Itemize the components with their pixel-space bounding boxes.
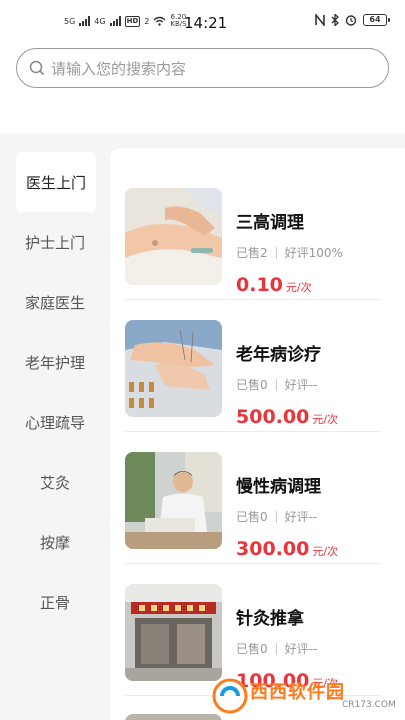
search-input[interactable]: 请输入您的搜索内容 — [16, 48, 389, 88]
sidebar-item-counseling[interactable]: 心理疏导 — [0, 392, 110, 452]
price-row: 300.00 元/次 — [236, 538, 338, 560]
signal-5g-label: 5G — [64, 16, 76, 26]
service-title: 针灸推拿 — [236, 609, 304, 629]
status-left: 5G 4G HD 2 6.20 KB/S — [64, 14, 187, 28]
hd-badge: HD — [124, 15, 141, 27]
service-meta: 已售0 好评-- — [236, 640, 317, 657]
bluetooth-icon — [331, 14, 339, 26]
status-bar: 5G 4G HD 2 6.20 KB/S 14:21 64 — [0, 0, 405, 44]
price: 300.00 — [236, 538, 310, 560]
sold-count: 已售0 — [236, 510, 268, 524]
rating: 好评100% — [284, 246, 343, 260]
sidebar-item-massage[interactable]: 按摩 — [0, 512, 110, 572]
sidebar-item-nurse-visit[interactable]: 护士上门 — [0, 212, 110, 272]
signal-bars-icon — [109, 16, 121, 26]
rating: 好评-- — [284, 510, 318, 524]
service-title: 三高调理 — [236, 213, 304, 233]
watermark-url: CR173.COM — [342, 700, 396, 710]
next-card-thumbnail — [125, 714, 222, 720]
divider — [275, 246, 277, 259]
sidebar-item-family-doctor[interactable]: 家庭医生 — [0, 272, 110, 332]
clock: 14:21 — [184, 14, 228, 32]
sold-count: 已售2 — [236, 246, 268, 260]
service-meta: 已售0 好评-- — [236, 508, 317, 525]
status-right: 64 — [315, 14, 390, 26]
sidebar-item-moxibustion[interactable]: 艾灸 — [0, 452, 110, 512]
doctor-reading-photo — [125, 452, 222, 549]
service-title: 慢性病调理 — [236, 477, 321, 497]
sidebar-item-doctor-visit[interactable]: 医生上门 — [16, 152, 96, 212]
watermark-text: 西西软件园 — [250, 682, 345, 703]
price-unit: 元/次 — [312, 545, 339, 558]
price: 500.00 — [236, 406, 310, 428]
service-card[interactable]: 慢性病调理 已售0 好评-- 300.00 元/次 — [125, 434, 380, 564]
price-unit: 元/次 — [285, 281, 312, 294]
divider — [275, 378, 277, 391]
price-unit: 元/次 — [312, 413, 339, 426]
acupuncture-photo — [125, 320, 222, 417]
service-meta: 已售0 好评-- — [236, 376, 317, 393]
divider — [275, 510, 277, 523]
sidebar-item-bone-setting[interactable]: 正骨 — [0, 572, 110, 632]
service-meta: 已售2 好评100% — [236, 244, 343, 261]
rating: 好评-- — [284, 378, 318, 392]
nfc-icon — [315, 14, 325, 26]
price: 0.10 — [236, 274, 283, 296]
service-card[interactable]: 老年病诊疗 已售0 好评-- 500.00 元/次 — [125, 302, 380, 432]
watermark-logo-icon — [212, 678, 248, 714]
category-sidebar: 医生上门 护士上门 家庭医生 老年护理 心理疏导 艾灸 按摩 正骨 — [0, 152, 110, 632]
wifi-icon — [153, 16, 166, 26]
price-row: 0.10 元/次 — [236, 274, 312, 296]
divider — [275, 642, 277, 655]
rating: 好评-- — [284, 642, 318, 656]
battery-icon: 64 — [363, 14, 390, 26]
watermark: 西西软件园 CR173.COM — [212, 676, 398, 716]
search-icon — [29, 60, 45, 76]
service-list: 三高调理 已售2 好评100% 0.10 元/次 老年病诊疗 已售0 好评-- … — [110, 148, 405, 720]
signal-bars-icon — [79, 16, 91, 26]
sidebar-item-elderly-care[interactable]: 老年护理 — [0, 332, 110, 392]
pulse-check-photo — [125, 188, 222, 285]
service-title: 老年病诊疗 — [236, 345, 321, 365]
price-row: 500.00 元/次 — [236, 406, 338, 428]
service-card[interactable]: 三高调理 已售2 好评100% 0.10 元/次 — [125, 170, 380, 300]
signal-4g-label: 4G — [94, 16, 106, 26]
search-placeholder: 请输入您的搜索内容 — [51, 59, 187, 78]
clinic-storefront-photo — [125, 584, 222, 681]
sold-count: 已售0 — [236, 642, 268, 656]
alarm-icon — [345, 15, 357, 26]
sold-count: 已售0 — [236, 378, 268, 392]
hd-number: 2 — [144, 16, 150, 26]
